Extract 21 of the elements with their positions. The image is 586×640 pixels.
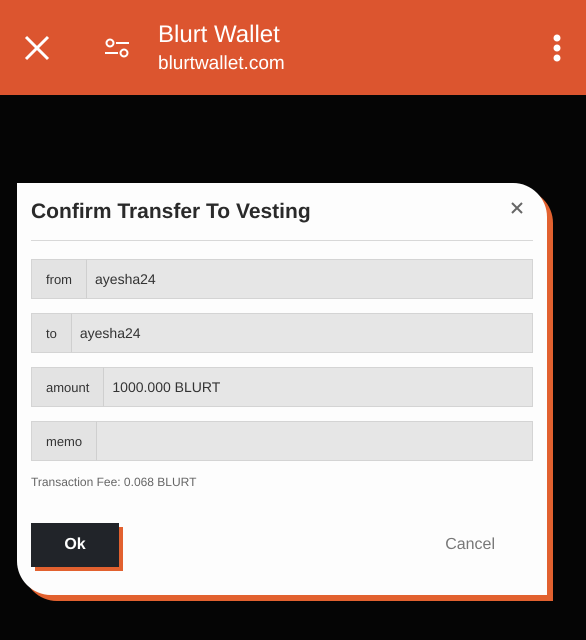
close-button[interactable] bbox=[24, 34, 50, 60]
field-label: memo bbox=[31, 421, 98, 461]
cancel-button[interactable]: Cancel bbox=[439, 535, 501, 555]
input-field[interactable]: ayesha24 bbox=[87, 259, 533, 299]
field-label: amount bbox=[31, 367, 104, 407]
close-icon bbox=[511, 202, 523, 214]
input-field[interactable]: 1000.000 BLURT bbox=[104, 367, 533, 407]
input-field[interactable] bbox=[97, 421, 533, 461]
ok-button[interactable]: Ok bbox=[31, 523, 119, 567]
transaction-fee: Transaction Fee: 0.068 BLURT bbox=[31, 475, 198, 489]
close-icon bbox=[24, 34, 50, 60]
input-field[interactable]: ayesha24 bbox=[72, 313, 533, 353]
site-settings-button[interactable] bbox=[104, 36, 130, 58]
menu-button[interactable] bbox=[552, 34, 562, 62]
field-label: from bbox=[31, 259, 87, 299]
sliders-icon bbox=[104, 36, 130, 58]
page-title: Blurt Wallet bbox=[158, 20, 281, 48]
field-label: to bbox=[31, 313, 72, 353]
more-icon bbox=[552, 34, 562, 62]
page-url: blurtwallet.com bbox=[158, 52, 286, 74]
dialog-title: Confirm Transfer To Vesting bbox=[31, 200, 311, 224]
